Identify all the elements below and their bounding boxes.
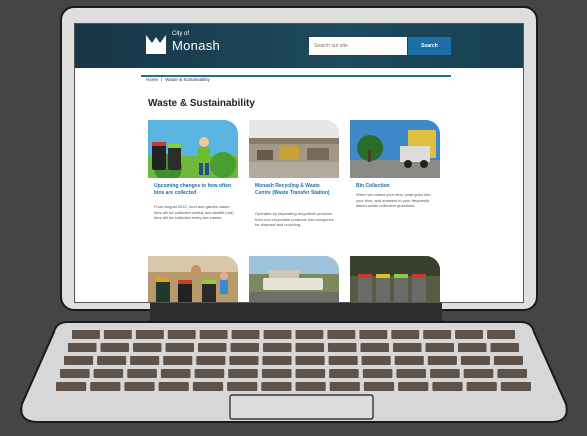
card-image-bin-row [350, 256, 440, 302]
card-description: From August 2022, food and garden waste … [154, 204, 234, 220]
keyboard-key [295, 343, 324, 352]
keyboard-key [90, 382, 121, 391]
keyboard-key [329, 382, 360, 391]
keyboard-key [124, 382, 155, 391]
card-image-family-bins [148, 256, 238, 302]
keyboard-key [362, 369, 393, 378]
breadcrumb-current: Waste & Sustainability [165, 77, 210, 82]
keyboard-key [103, 330, 132, 339]
keyboard-key [394, 356, 424, 365]
keyboard-key [231, 330, 260, 339]
keyboard-key [425, 343, 454, 352]
logo-city-name[interactable]: Monash [172, 38, 220, 53]
card-image-truck [350, 120, 440, 178]
keyboard-key [167, 330, 196, 339]
keyboard-key [295, 382, 326, 391]
keyboard-key [130, 356, 160, 365]
keyboard-key [360, 343, 389, 352]
keyboard-key [458, 343, 487, 352]
keyboard-key [391, 330, 420, 339]
keyboard-key [463, 369, 494, 378]
card-bin-changes[interactable]: Upcoming changes to how often bins are c… [148, 120, 238, 260]
keyboard-key [198, 343, 227, 352]
keyboard-key [363, 382, 395, 391]
card-title[interactable]: Bin Collection [356, 183, 438, 190]
keyboard-key [263, 343, 292, 352]
keyboard-key [361, 356, 391, 365]
keyboard-key [295, 369, 326, 378]
keyboard-key [490, 343, 519, 352]
logo-city-label: City of [172, 31, 190, 37]
keyboard-key [460, 356, 490, 365]
card-image-bins [148, 120, 238, 178]
keyboard-key [194, 369, 225, 378]
keyboard-key [263, 330, 292, 339]
keyboard-key [328, 343, 357, 352]
keyboard-key [199, 330, 228, 339]
keyboard-key [230, 343, 259, 352]
site-header: City of Monash Search [75, 24, 523, 68]
keyboard-key [97, 356, 127, 365]
keyboard-key [72, 330, 100, 339]
keyboard-key [398, 382, 429, 391]
keyboard-key [100, 343, 129, 352]
keyboard-key [327, 330, 356, 339]
keyboard-key [165, 343, 194, 352]
breadcrumb: Home / Waste & Sustainability [146, 77, 210, 82]
search-button[interactable]: Search [408, 37, 451, 55]
keyboard-key [229, 356, 259, 365]
keyboard-key [359, 330, 388, 339]
keyboard-key [497, 369, 527, 378]
keyboard-key [158, 382, 189, 391]
keyboard-key [192, 382, 224, 391]
keyboard-key [329, 369, 359, 378]
keyboard-key [423, 330, 452, 339]
hinge [150, 302, 442, 322]
card-title[interactable]: Monash Recycling & Waste Centre (Waste T… [255, 183, 337, 197]
card-title[interactable]: Upcoming changes to how often bins are c… [154, 183, 236, 197]
keyboard-key [262, 356, 292, 365]
keyboard-key [163, 356, 193, 365]
keyboard-key [60, 369, 90, 378]
keyboard-key [93, 369, 124, 378]
keyboard-key [427, 356, 457, 365]
keyboard-key [160, 369, 191, 378]
keyboard-key [133, 343, 162, 352]
keyboard-key [328, 356, 358, 365]
keyboard-key [432, 382, 463, 391]
keyboard-key [487, 330, 515, 339]
keyboard-key [135, 330, 164, 339]
keyboard-key [68, 343, 97, 352]
monash-logo-icon [146, 35, 166, 54]
keyboard-key [227, 382, 258, 391]
keyboard-key [64, 356, 94, 365]
keyboard-key [261, 369, 292, 378]
keyboard-key [493, 356, 523, 365]
keyboard-key [295, 356, 325, 365]
keyboard-key [393, 343, 422, 352]
search-input[interactable] [309, 37, 407, 55]
keyboard-key [295, 330, 324, 339]
keyboard-key [500, 382, 531, 391]
card-image-street [249, 256, 339, 302]
keyboard-key [466, 382, 497, 391]
keyboard-key [396, 369, 426, 378]
card-recycling-centre[interactable]: Monash Recycling & Waste Centre (Waste T… [249, 120, 339, 260]
breadcrumb-separator: / [161, 77, 163, 82]
keyboard-key [127, 369, 157, 378]
keyboard-key [228, 369, 258, 378]
keyboard-key [455, 330, 483, 339]
card-description: Operates by separating recyclable produc… [255, 211, 334, 227]
card-bin-collection[interactable]: Bin Collection When we collect your bins… [350, 120, 440, 260]
browser-screen: City of Monash Search Home/Waste & Susta… [74, 23, 524, 303]
keyboard-key [261, 382, 292, 391]
breadcrumb-home[interactable]: Home [146, 77, 158, 82]
card-description: When we collect your bins, what goes int… [356, 192, 431, 208]
keyboard-key [56, 382, 87, 391]
card-image-recycling-centre [249, 120, 339, 178]
keyboard-key [196, 356, 226, 365]
trackpad [229, 394, 374, 420]
keyboard-key [430, 369, 460, 378]
page-title: Waste & Sustainability [148, 98, 255, 109]
